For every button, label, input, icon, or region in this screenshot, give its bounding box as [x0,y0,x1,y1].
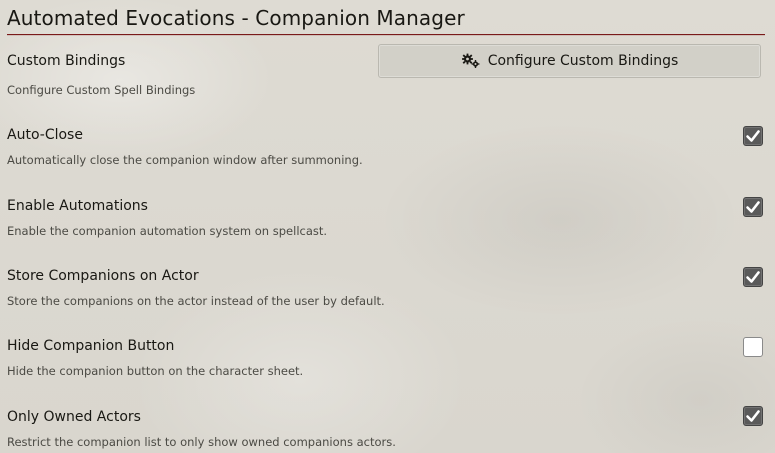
setting-label: Store Companions on Actor [7,268,199,284]
only-owned-actors-checkbox[interactable] [743,406,763,426]
configure-custom-bindings-button[interactable]: Configure Custom Bindings [378,44,761,78]
custom-bindings-setting: Custom Bindings Configure Custom Spell B… [7,44,765,104]
setting-hint: Restrict the companion list to only show… [7,435,396,449]
setting-label: Enable Automations [7,198,148,214]
configure-custom-bindings-label: Configure Custom Bindings [487,53,679,69]
store-companions-checkbox[interactable] [743,267,763,287]
setting-hint: Store the companions on the actor instea… [7,294,385,308]
custom-bindings-hint: Configure Custom Spell Bindings [7,83,196,97]
setting-row-enable-automations: Enable Automations Enable the companion … [7,195,765,245]
setting-hint: Hide the companion button on the charact… [7,364,304,378]
checkmark-icon [746,410,760,422]
setting-row-store-companions: Store Companions on Actor Store the comp… [7,265,765,315]
checkmark-icon [746,271,760,283]
setting-label: Auto-Close [7,127,83,143]
cogs-icon [461,53,481,69]
setting-row-hide-companion-button: Hide Companion Button Hide the companion… [7,335,765,385]
enable-automations-checkbox[interactable] [743,197,763,217]
checkmark-icon [746,130,760,142]
setting-label: Hide Companion Button [7,338,175,354]
setting-hint: Automatically close the companion window… [7,153,363,167]
setting-hint: Enable the companion automation system o… [7,224,328,238]
auto-close-checkbox[interactable] [743,126,763,146]
custom-bindings-label: Custom Bindings [7,53,126,69]
checkmark-icon [746,201,760,213]
setting-label: Only Owned Actors [7,409,141,425]
hide-companion-button-checkbox[interactable] [743,337,763,357]
setting-row-only-owned-actors: Only Owned Actors Restrict the companion… [7,406,765,453]
setting-row-auto-close: Auto-Close Automatically close the compa… [7,124,765,174]
window-header: Automated Evocations - Companion Manager [7,4,765,35]
page-title: Automated Evocations - Companion Manager [7,6,465,30]
